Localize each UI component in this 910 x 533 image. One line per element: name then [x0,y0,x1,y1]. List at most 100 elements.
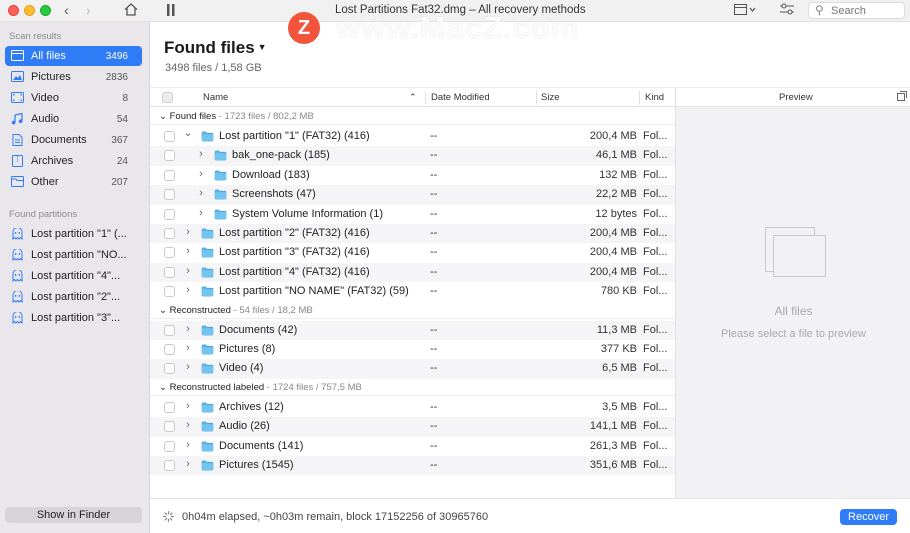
table-row[interactable]: › Documents (42) -- 11,3 MB Fol... [150,320,675,340]
table-row[interactable]: › Video (4) -- 6,5 MB Fol... [150,359,675,379]
row-checkbox[interactable] [164,266,175,278]
table-row[interactable]: › Lost partition "4" (FAT32) (416) -- 200,4… [150,262,675,283]
chevron-right-icon[interactable]: › [183,265,193,277]
table-row[interactable]: › Pictures (8) -- 377 KB Fol... [150,340,675,359]
sidebar-item-all-files[interactable]: All files 3496 [5,46,142,66]
table-row[interactable]: › Audio (26) -- 141,1 MB Fol... [150,417,675,437]
row-checkbox[interactable] [164,324,175,336]
column-divider [425,91,426,105]
pause-icon[interactable] [166,4,176,16]
chevron-right-icon[interactable]: › [196,187,206,199]
drive-icon [12,312,23,324]
row-checkbox[interactable] [164,169,175,181]
row-kind: Fol... [643,459,668,471]
row-checkbox[interactable] [164,189,175,201]
row-date: -- [430,246,438,259]
group-header-label: ⌄ Reconstructed labeled - 1724 files / 7… [159,382,362,393]
sidebar-partition-item[interactable]: Lost partition "2"... [5,287,142,307]
table-row[interactable]: › System Volume Information (1) -- 12 bytes… [150,205,675,224]
chevron-right-icon[interactable]: › [183,439,193,451]
column-date-modified[interactable]: Date Modified [431,92,490,103]
chevron-right-icon[interactable]: › [183,400,193,412]
search-input[interactable] [831,4,901,17]
column-name[interactable]: Name [203,92,228,103]
table-row[interactable]: › Pictures (1545) -- 351,6 MB Fol... [150,456,675,476]
chevron-down-icon[interactable]: ⌄ [159,305,170,316]
column-size[interactable]: Size [541,92,559,103]
sidebar-item-label: Video [31,92,59,104]
close-window-button[interactable] [8,5,19,16]
chevron-right-icon[interactable]: › [183,458,193,470]
zoom-window-button[interactable] [40,5,51,16]
group-header[interactable]: ⌄ Found files - 1723 files / 802,2 MB [150,108,675,125]
table-row[interactable]: › Download (183) -- 132 MB Fol... [150,166,675,185]
sidebar-item-archives[interactable]: Archives 24 [5,151,142,171]
row-checkbox[interactable] [164,208,175,220]
sidebar-partition-item[interactable]: Lost partition "4"... [5,266,142,286]
sidebar-item-count: 8 [122,93,128,104]
row-checkbox[interactable] [164,363,175,375]
sidebar-item-pictures[interactable]: Pictures 2836 [5,67,142,87]
row-checkbox[interactable] [164,247,175,259]
sort-ascending-icon[interactable]: ⌃ [409,92,417,103]
show-in-finder-button[interactable]: Show in Finder [5,507,142,523]
row-checkbox[interactable] [164,401,175,413]
sidebar-item-label: Documents [31,134,87,146]
view-mode-icon[interactable] [734,4,756,16]
row-size: 46,1 MB [596,149,637,162]
select-all-checkbox[interactable] [162,92,173,103]
sidebar-item-other[interactable]: Other 207 [5,172,142,192]
minimize-window-button[interactable] [24,5,35,16]
column-kind[interactable]: Kind [645,92,664,103]
row-checkbox[interactable] [164,344,175,355]
table-row[interactable]: › Documents (141) -- 261,3 MB Fol... [150,437,675,456]
table-row[interactable]: › Lost partition "2" (FAT32) (416) -- 200,4… [150,224,675,244]
table-row[interactable]: › Screenshots (47) -- 22,2 MB Fol... [150,185,675,205]
chevron-right-icon[interactable]: › [183,226,193,238]
row-checkbox[interactable] [164,421,175,433]
recover-button[interactable]: Recover [840,509,897,525]
chevron-right-icon[interactable]: › [183,342,193,354]
filter-sliders-icon[interactable] [780,3,794,16]
table-row[interactable]: › Lost partition "NO NAME" (FAT32) (59) --… [150,282,675,301]
chevron-right-icon[interactable]: › [196,148,206,160]
chevron-right-icon[interactable]: › [183,245,193,257]
chevron-right-icon[interactable]: › [196,168,206,180]
chevron-right-icon[interactable]: › [196,207,206,219]
row-checkbox[interactable] [164,228,175,239]
chevron-right-icon[interactable]: › [183,284,193,296]
sidebar-partition-item[interactable]: Lost partition "3"... [5,308,142,328]
search-field[interactable]: ⚲ [808,2,905,19]
home-icon[interactable] [124,3,138,16]
row-checkbox[interactable] [164,460,175,471]
sidebar-partition-item[interactable]: Lost partition "1" (... [5,224,142,244]
chevron-right-icon[interactable]: › [183,323,193,335]
chevron-down-icon[interactable]: ⌄ [159,382,170,393]
table-row[interactable]: › bak_one-pack (185) -- 46,1 MB Fol... [150,146,675,166]
folder-icon [201,267,214,278]
sidebar-item-audio[interactable]: Audio 54 [5,109,142,129]
chevron-down-icon[interactable]: ⌄ [183,126,193,139]
group-header[interactable]: ⌄ Reconstructed labeled - 1724 files / 7… [150,379,675,396]
sidebar-partition-item[interactable]: Lost partition "NO... [5,245,142,265]
sidebar-item-video[interactable]: Video 8 [5,88,142,108]
row-size: 141,1 MB [589,420,637,433]
chevron-right-icon[interactable]: › [183,419,193,431]
table-row[interactable]: › Lost partition "3" (FAT32) (416) -- 200,4… [150,243,675,262]
sidebar-item-documents[interactable]: Documents 367 [5,130,142,150]
chevron-down-icon[interactable]: ⌄ [159,111,170,122]
chevron-right-icon[interactable]: › [183,361,193,373]
row-checkbox[interactable] [164,131,175,142]
back-arrow-icon[interactable]: ‹ [64,2,69,18]
column-divider [536,91,537,105]
row-checkbox[interactable] [164,150,175,162]
table-row[interactable]: ⌄ Lost partition "1" (FAT32) (416) -- 200,4… [150,127,675,146]
group-header[interactable]: ⌄ Reconstructed - 54 files / 18,2 MB [150,302,675,319]
expand-preview-icon[interactable] [897,91,907,101]
table-row[interactable]: › Archives (12) -- 3,5 MB Fol... [150,398,675,417]
page-title[interactable]: Found files ▼ [164,38,267,58]
forward-arrow-icon[interactable]: › [86,2,91,18]
row-checkbox[interactable] [164,440,175,452]
row-date: -- [430,362,438,375]
row-checkbox[interactable] [164,286,175,298]
